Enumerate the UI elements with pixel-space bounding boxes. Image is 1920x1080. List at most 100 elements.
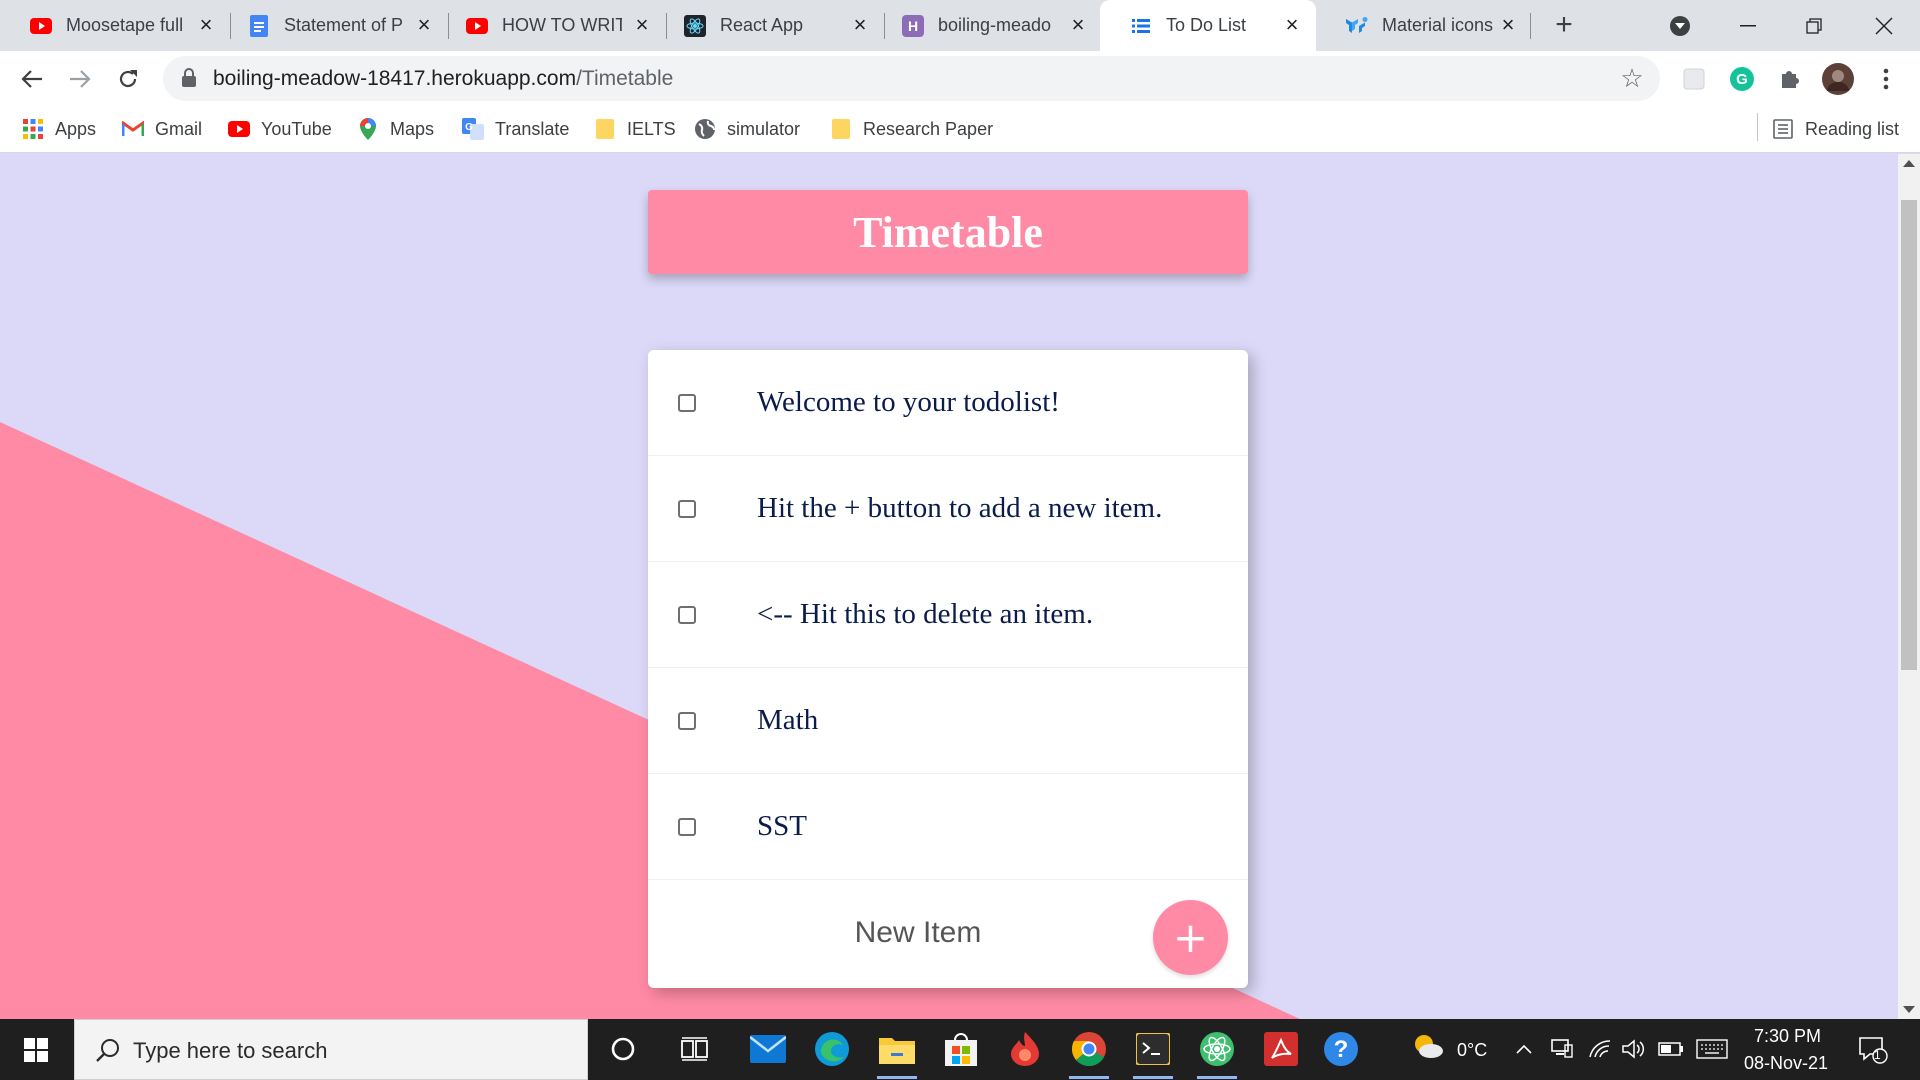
bookmark-apps[interactable]: Apps	[22, 116, 96, 142]
item-checkbox[interactable]	[678, 711, 696, 730]
battery-icon[interactable]	[1658, 1038, 1684, 1060]
tab-to-do-list[interactable]: To Do List ×	[1100, 0, 1316, 51]
close-icon[interactable]: ×	[630, 12, 654, 37]
scrollbar-thumb[interactable]	[1901, 200, 1917, 670]
close-icon[interactable]: ×	[1066, 12, 1090, 37]
address-bar[interactable]: boiling-meadow-18417.herokuapp.com/Timet…	[163, 56, 1660, 101]
extension-button[interactable]	[1678, 63, 1710, 95]
task-view-button[interactable]	[675, 1029, 715, 1069]
new-tab-button[interactable]: +	[1548, 8, 1580, 41]
bookmark-translate[interactable]: G Translate	[462, 116, 569, 142]
item-checkbox[interactable]	[678, 817, 696, 836]
volume-icon[interactable]	[1622, 1038, 1648, 1060]
tab-moosetape[interactable]: Moosetape full ×	[0, 0, 230, 51]
item-checkbox[interactable]	[678, 393, 696, 412]
lock-icon	[181, 68, 201, 90]
file-explorer-app[interactable]	[877, 1029, 917, 1079]
heading-box: Timetable	[648, 190, 1248, 274]
apps-grid-icon	[22, 118, 44, 140]
arrow-right-icon	[70, 70, 91, 88]
tab-material-icons[interactable]: Material icons ×	[1316, 0, 1532, 51]
temperature-text[interactable]: 0°C	[1457, 1040, 1487, 1061]
tab-react-app[interactable]: React App ×	[654, 0, 884, 51]
reload-icon	[119, 70, 137, 88]
mail-app[interactable]	[748, 1029, 788, 1069]
reading-list-button[interactable]: Reading list	[1772, 116, 1899, 142]
list-item: SST	[648, 774, 1248, 880]
minimize-icon	[1740, 24, 1756, 26]
bookmark-star-icon[interactable]: ☆	[1618, 63, 1646, 93]
new-item-input[interactable]	[748, 910, 1088, 956]
browser-toolbar: boiling-meadow-18417.herokuapp.com/Timet…	[0, 51, 1920, 106]
minimize-button[interactable]	[1720, 0, 1776, 51]
bookmark-label: IELTS	[627, 118, 676, 139]
scroll-up-arrow-icon[interactable]	[1903, 160, 1915, 167]
edge-app[interactable]	[812, 1029, 852, 1069]
taskbar-search[interactable]: Type here to search	[74, 1019, 588, 1080]
atom-app[interactable]	[1197, 1029, 1237, 1079]
back-button[interactable]	[16, 63, 48, 95]
bookmark-ielts[interactable]: IELTS	[594, 116, 676, 142]
chrome-menu-button[interactable]	[1870, 63, 1902, 95]
clock-date[interactable]: 08-Nov-21	[1744, 1053, 1828, 1074]
bookmarks-divider	[1757, 113, 1758, 141]
tab-search-button[interactable]	[1652, 0, 1708, 51]
music-app[interactable]	[1005, 1029, 1045, 1069]
add-item-button[interactable]: +	[1153, 900, 1228, 975]
chevron-up-icon[interactable]	[1516, 1038, 1532, 1060]
chrome-icon	[1071, 1032, 1106, 1067]
tab-title: Statement of P	[284, 15, 404, 35]
close-icon[interactable]: ×	[848, 12, 872, 37]
grammarly-button[interactable]: G	[1726, 63, 1758, 95]
weather-icon[interactable]	[1412, 1035, 1444, 1058]
microsoft-store-app[interactable]	[941, 1029, 981, 1069]
translate-icon: G	[462, 118, 484, 140]
terminal-app[interactable]	[1133, 1029, 1173, 1079]
bookmark-research-paper[interactable]: Research Paper	[830, 116, 993, 142]
grammarly-icon: G	[1730, 67, 1754, 91]
close-icon[interactable]: ×	[412, 12, 436, 37]
tab-boiling-meadow[interactable]: H boiling-meado ×	[872, 0, 1102, 51]
cortana-button[interactable]	[603, 1029, 643, 1069]
avatar	[1822, 63, 1854, 95]
keyboard-icon[interactable]	[1696, 1038, 1728, 1060]
profile-button[interactable]	[1822, 63, 1854, 95]
page-scrollbar[interactable]	[1898, 154, 1920, 1019]
globe-icon	[694, 118, 716, 140]
tab-divider	[1530, 13, 1531, 39]
extensions-menu-button[interactable]	[1774, 63, 1806, 95]
close-icon[interactable]: ×	[1280, 12, 1304, 37]
tab-how-to-write[interactable]: HOW TO WRITE ×	[436, 0, 666, 51]
help-app[interactable]: ?	[1321, 1029, 1361, 1069]
notifications-button[interactable]: 1	[1857, 1035, 1889, 1065]
close-icon[interactable]: ×	[194, 12, 218, 37]
reload-button[interactable]	[112, 63, 144, 95]
tab-statement[interactable]: Statement of P ×	[218, 0, 448, 51]
forward-button[interactable]	[64, 63, 96, 95]
search-placeholder: Type here to search	[133, 1038, 328, 1063]
folder-icon	[830, 118, 852, 140]
youtube-icon	[466, 15, 488, 37]
close-icon[interactable]: ×	[1496, 12, 1520, 37]
tab-title: boiling-meado	[938, 15, 1052, 35]
terminal-icon	[1136, 1033, 1170, 1065]
item-checkbox[interactable]	[678, 499, 696, 518]
bookmark-simulator[interactable]: simulator	[694, 116, 800, 142]
network-computer-icon[interactable]	[1550, 1038, 1574, 1060]
list-item: <-- Hit this to delete an item.	[648, 562, 1248, 668]
wifi-icon[interactable]	[1588, 1038, 1612, 1060]
flame-app-icon	[1011, 1032, 1039, 1066]
restore-button[interactable]	[1786, 0, 1842, 51]
item-checkbox[interactable]	[678, 605, 696, 624]
start-button[interactable]	[0, 1019, 72, 1080]
bookmark-maps[interactable]: Maps	[357, 116, 434, 142]
acrobat-app[interactable]	[1261, 1029, 1301, 1069]
bookmark-gmail[interactable]: Gmail	[122, 116, 202, 142]
bookmark-youtube[interactable]: YouTube	[228, 116, 332, 142]
scroll-down-arrow-icon[interactable]	[1903, 1006, 1915, 1013]
react-icon	[684, 14, 706, 37]
clock-time[interactable]: 7:30 PM	[1754, 1026, 1821, 1047]
chrome-app[interactable]	[1069, 1029, 1109, 1079]
item-text: Hit the + button to add a new item.	[757, 492, 1163, 524]
close-window-button[interactable]	[1856, 0, 1912, 51]
